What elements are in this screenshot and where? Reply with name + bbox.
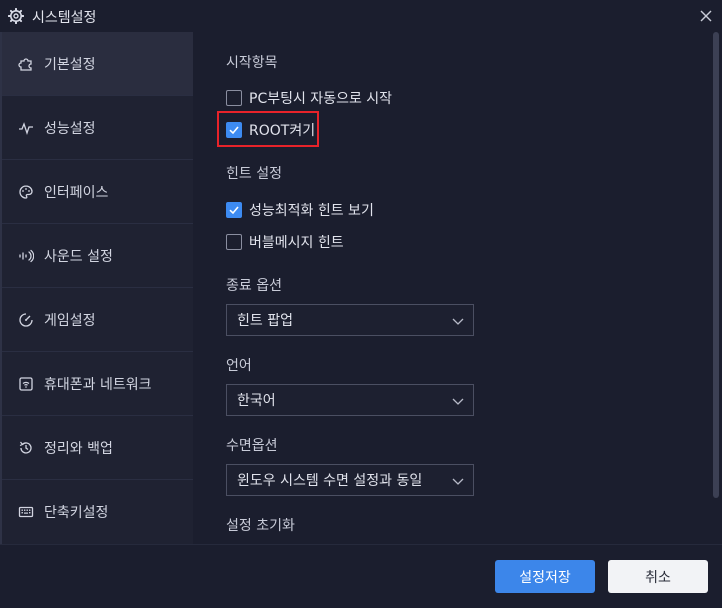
- root-label: ROOT켜기: [249, 123, 316, 139]
- wifi-box-icon: [18, 376, 34, 392]
- sleep-option-value: 윈도우 시스템 수면 설정과 동일: [237, 473, 423, 489]
- sidebar-item-phone-network[interactable]: 휴대폰과 네트워크: [2, 352, 193, 416]
- chevron-down-icon: [452, 398, 464, 405]
- perf-hint-label: 성능최적화 힌트 보기: [249, 203, 374, 219]
- exit-option-title: 종료 옵션: [226, 278, 282, 294]
- sidebar-item-label: 성능설정: [44, 120, 96, 137]
- settings-panel: 시작항목 PC부팅시 자동으로 시작 ROOT켜기 힌트 설정 성능최적화 힌트…: [193, 32, 713, 544]
- palette-icon: [18, 184, 34, 200]
- language-title: 언어: [226, 358, 252, 374]
- sidebar-item-label: 사운드 설정: [44, 248, 113, 265]
- history-icon: [18, 440, 34, 456]
- cancel-button[interactable]: 취소: [608, 560, 708, 593]
- game-dial-icon: [18, 312, 34, 328]
- hints-section-title: 힌트 설정: [226, 166, 282, 182]
- language-value: 한국어: [237, 393, 276, 409]
- checkmark-icon: [229, 126, 239, 135]
- scrollbar-thumb[interactable]: [713, 32, 719, 498]
- sidebar-item-basic-settings[interactable]: 기본설정: [2, 32, 193, 96]
- exit-option-select[interactable]: 힌트 팝업: [226, 304, 474, 336]
- close-button[interactable]: [696, 6, 716, 26]
- bubble-hint-checkbox-row[interactable]: 버블메시지 힌트: [226, 232, 344, 252]
- sidebar-item-label: 게임설정: [44, 312, 96, 329]
- reset-section-title: 설정 초기화: [226, 518, 295, 534]
- sidebar-item-game[interactable]: 게임설정: [2, 288, 193, 352]
- perf-hint-checkbox[interactable]: [226, 202, 242, 218]
- sound-wave-icon: [18, 248, 34, 264]
- sidebar-item-interface[interactable]: 인터페이스: [2, 160, 193, 224]
- exit-option-value: 힌트 팝업: [237, 313, 293, 329]
- close-icon: [700, 10, 712, 22]
- sidebar-item-label: 기본설정: [44, 56, 96, 73]
- bubble-hint-label: 버블메시지 힌트: [249, 235, 344, 251]
- autostart-checkbox[interactable]: [226, 90, 242, 106]
- startup-section-title: 시작항목: [226, 55, 278, 71]
- sidebar-item-label: 단축키설정: [44, 505, 109, 521]
- sidebar-item-label: 정리와 백업: [44, 440, 113, 457]
- window-title: 시스템설정: [32, 10, 97, 26]
- dialog-footer: 설정저장 취소: [0, 544, 722, 608]
- sidebar-item-label: 휴대폰과 네트워크: [44, 376, 152, 393]
- gear-icon: [7, 7, 25, 25]
- title-bar: 시스템설정: [0, 0, 722, 32]
- sidebar-item-label: 인터페이스: [44, 184, 109, 201]
- checkmark-icon: [229, 206, 239, 215]
- sidebar-item-shortcuts[interactable]: 단축키설정: [2, 480, 193, 544]
- save-button[interactable]: 설정저장: [495, 560, 595, 593]
- perf-hint-checkbox-row[interactable]: 성능최적화 힌트 보기: [226, 200, 374, 220]
- sidebar-item-cleanup-backup[interactable]: 정리와 백업: [2, 416, 193, 480]
- chevron-down-icon: [452, 478, 464, 485]
- sleep-option-select[interactable]: 윈도우 시스템 수면 설정과 동일: [226, 464, 474, 496]
- language-select[interactable]: 한국어: [226, 384, 474, 416]
- sidebar: 기본설정 성능설정 인터페이스 사운드 설정 게임설정 휴대폰과 네트워크 정리…: [2, 32, 193, 544]
- sleep-option-title: 수면옵션: [226, 438, 278, 454]
- autostart-label: PC부팅시 자동으로 시작: [249, 91, 393, 107]
- scrollbar[interactable]: [712, 32, 720, 544]
- sidebar-item-sound[interactable]: 사운드 설정: [2, 224, 193, 288]
- sidebar-item-performance[interactable]: 성능설정: [2, 96, 193, 160]
- root-checkbox-row[interactable]: ROOT켜기: [226, 120, 315, 140]
- autostart-checkbox-row[interactable]: PC부팅시 자동으로 시작: [226, 88, 392, 108]
- root-checkbox[interactable]: [226, 122, 242, 138]
- pulse-icon: [18, 120, 34, 136]
- bubble-hint-checkbox[interactable]: [226, 234, 242, 250]
- puzzle-icon: [18, 56, 34, 72]
- keyboard-icon: [18, 504, 34, 520]
- chevron-down-icon: [452, 318, 464, 325]
